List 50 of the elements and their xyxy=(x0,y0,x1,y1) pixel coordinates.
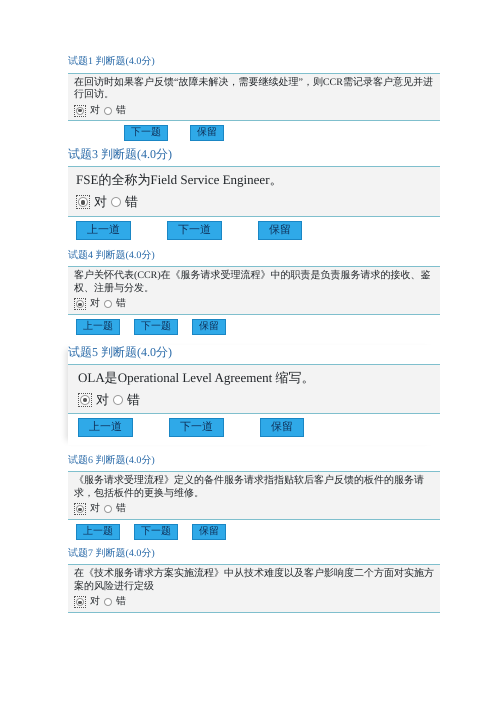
option-label: 对 xyxy=(94,194,107,210)
option-label: 错 xyxy=(116,104,126,117)
nav-button[interactable]: 保留 xyxy=(190,125,224,141)
option-label: 错 xyxy=(116,596,126,609)
nav-button[interactable]: 保留 xyxy=(192,524,226,540)
radio-button[interactable] xyxy=(76,106,84,115)
nav-button[interactable]: 上一题 xyxy=(76,318,120,335)
nav-button[interactable]: 下一题 xyxy=(124,125,168,141)
question-title: 试题4 判断题(4.0分) xyxy=(68,250,156,262)
nav-button[interactable]: 保留 xyxy=(192,318,226,335)
nav-button[interactable]: 上一道 xyxy=(78,418,133,438)
question-title: 试题5 判断题(4.0分) xyxy=(68,344,173,360)
radio-button[interactable] xyxy=(113,395,123,406)
option-label: 对 xyxy=(90,104,100,117)
option-label: 错 xyxy=(116,298,126,311)
nav-button[interactable]: 下一题 xyxy=(134,524,178,540)
option-label: 对 xyxy=(90,503,100,516)
question-text: FSE的全称为Field Service Engineer。 xyxy=(76,172,284,188)
question-text: 《服务请求受理流程》定义的备件服务请求指指贴软后客户反馈的板件的服务请求，包括板件的更换与维修。 xyxy=(74,475,425,500)
radio-button[interactable] xyxy=(111,197,121,208)
radio-button[interactable] xyxy=(76,300,84,308)
radio-button[interactable] xyxy=(76,598,84,606)
radio-button[interactable] xyxy=(80,395,90,406)
radio-button[interactable] xyxy=(104,598,112,606)
question-text: 在回访时如果客户反馈“故障未解决，需要继续处理”，则CCR需记录客户意见并进行回访。 xyxy=(74,76,434,102)
radio-button[interactable] xyxy=(76,505,84,514)
nav-button[interactable]: 下一道 xyxy=(169,418,224,438)
question-title: 试题3 判断题(4.0分) xyxy=(68,147,173,162)
question-text: OLA是Operational Level Agreement 缩写。 xyxy=(78,370,316,386)
radio-button[interactable] xyxy=(104,505,112,514)
option-label: 对 xyxy=(96,392,109,408)
question-title: 试题7 判断题(4.0分) xyxy=(68,548,156,560)
radio-button[interactable] xyxy=(104,300,112,308)
option-label: 对 xyxy=(90,596,100,609)
option-label: 错 xyxy=(127,392,140,408)
nav-button[interactable]: 保留 xyxy=(258,220,302,240)
question-text: 在《技术服务请求方案实施流程》中从技术难度以及客户影响度二个方面对实施方案的风险进行定级 xyxy=(74,568,434,594)
nav-button[interactable]: 下一题 xyxy=(134,318,178,335)
nav-button[interactable]: 上一道 xyxy=(76,220,131,240)
nav-button[interactable]: 上一题 xyxy=(76,524,120,540)
radio-button[interactable] xyxy=(78,197,88,208)
question-text: 客户关怀代表(CCR)在《服务请求受理流程》中的职责是负责服务请求的接收、鉴权、注册与分发。 xyxy=(74,270,432,296)
radio-button[interactable] xyxy=(104,106,112,115)
question-title: 试题1 判断题(4.0分) xyxy=(68,56,156,68)
nav-button[interactable]: 保留 xyxy=(260,418,304,438)
nav-button[interactable]: 下一道 xyxy=(167,220,222,240)
question-title: 试题6 判断题(4.0分) xyxy=(68,454,156,468)
option-label: 对 xyxy=(90,298,100,311)
option-label: 错 xyxy=(116,503,126,516)
option-label: 错 xyxy=(125,194,138,210)
